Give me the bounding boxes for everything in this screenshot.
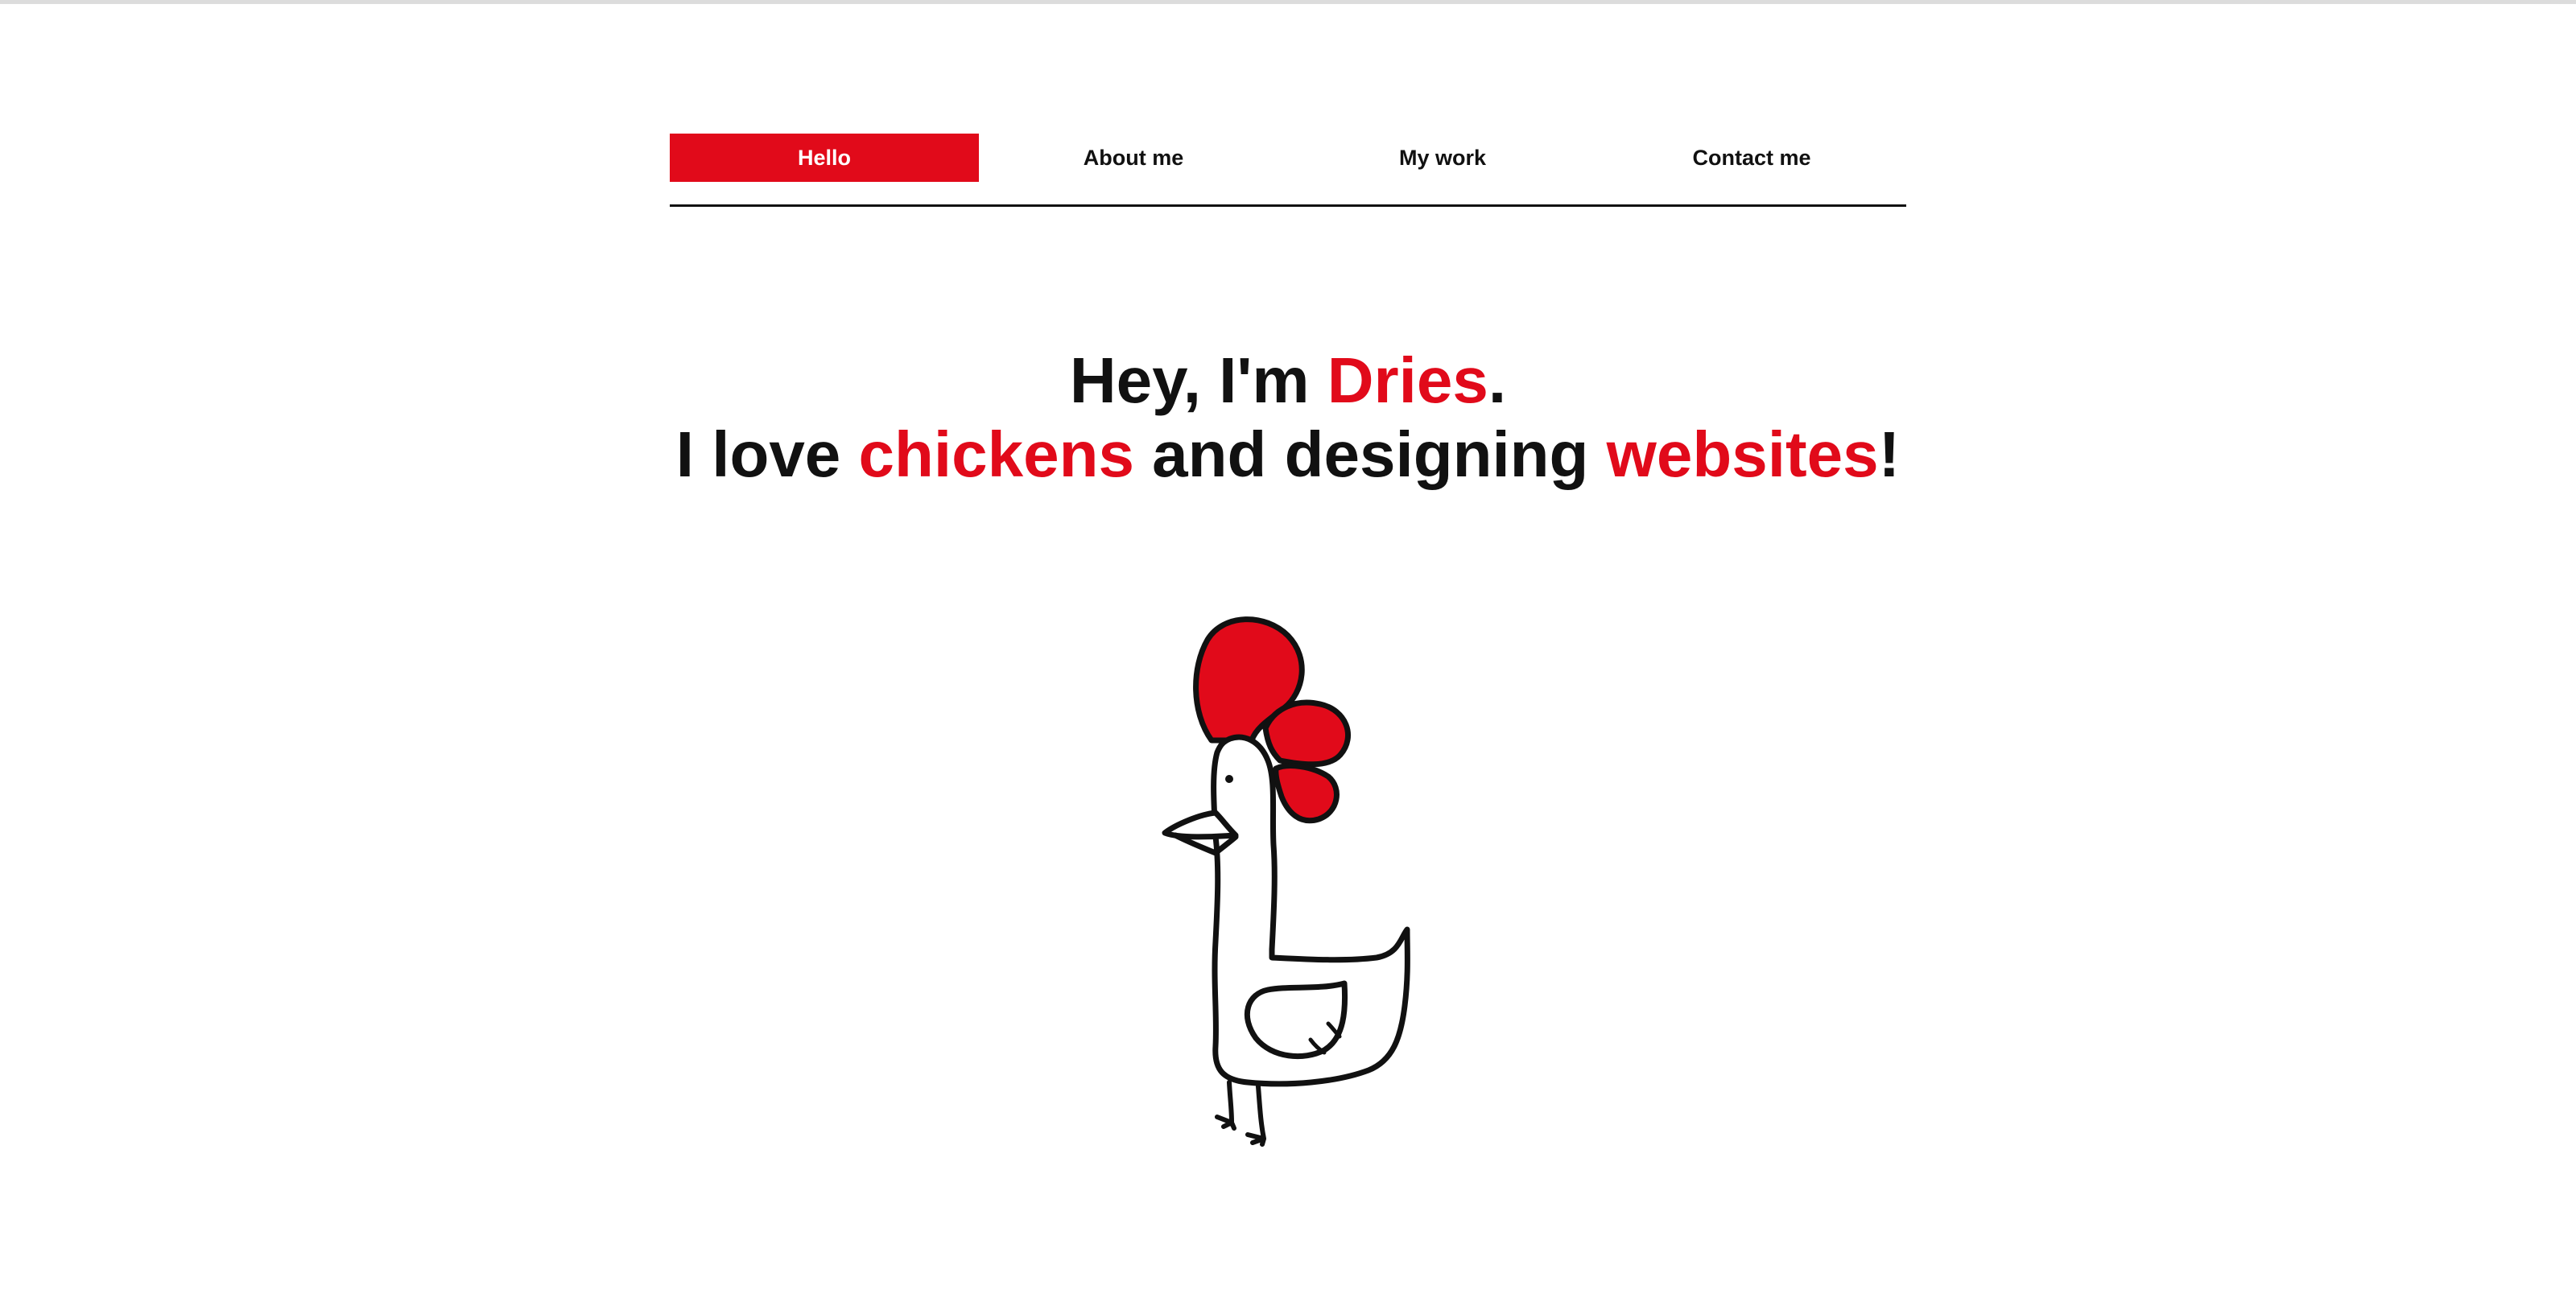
- hero-line2-middle: and designing: [1133, 418, 1607, 490]
- hero-line2-suffix: !: [1878, 418, 1901, 490]
- main-nav: Hello About me My work Contact me: [670, 134, 1906, 207]
- hero-line2-prefix: I love: [675, 418, 859, 490]
- nav-item-contact-me[interactable]: Contact me: [1597, 134, 1906, 182]
- hero-line1-suffix: .: [1488, 344, 1507, 416]
- comb-middle-lobe: [1262, 699, 1351, 768]
- nav-item-my-work[interactable]: My work: [1288, 134, 1597, 182]
- nav-item-about-me[interactable]: About me: [979, 134, 1288, 182]
- browser-top-strip: [0, 0, 2576, 4]
- comb-small-lobe: [1273, 763, 1340, 824]
- chicken-wing: [1244, 980, 1348, 1060]
- left-leg: [1215, 1080, 1236, 1131]
- hero-line1-prefix: Hey, I'm: [1069, 344, 1327, 416]
- hero-word-chickens: chickens: [858, 418, 1134, 490]
- right-leg: [1245, 1084, 1266, 1147]
- chicken-eye: [1225, 775, 1233, 783]
- hero-name: Dries: [1327, 344, 1488, 416]
- nav-item-hello[interactable]: Hello: [670, 134, 979, 182]
- hero-heading-line-1: Hey, I'm Dries.: [483, 344, 2093, 418]
- hero-heading-line-2: I love chickens and designing websites!: [483, 418, 2093, 492]
- rooster-illustration: [1162, 616, 1410, 1147]
- hero-word-websites: websites: [1606, 418, 1879, 490]
